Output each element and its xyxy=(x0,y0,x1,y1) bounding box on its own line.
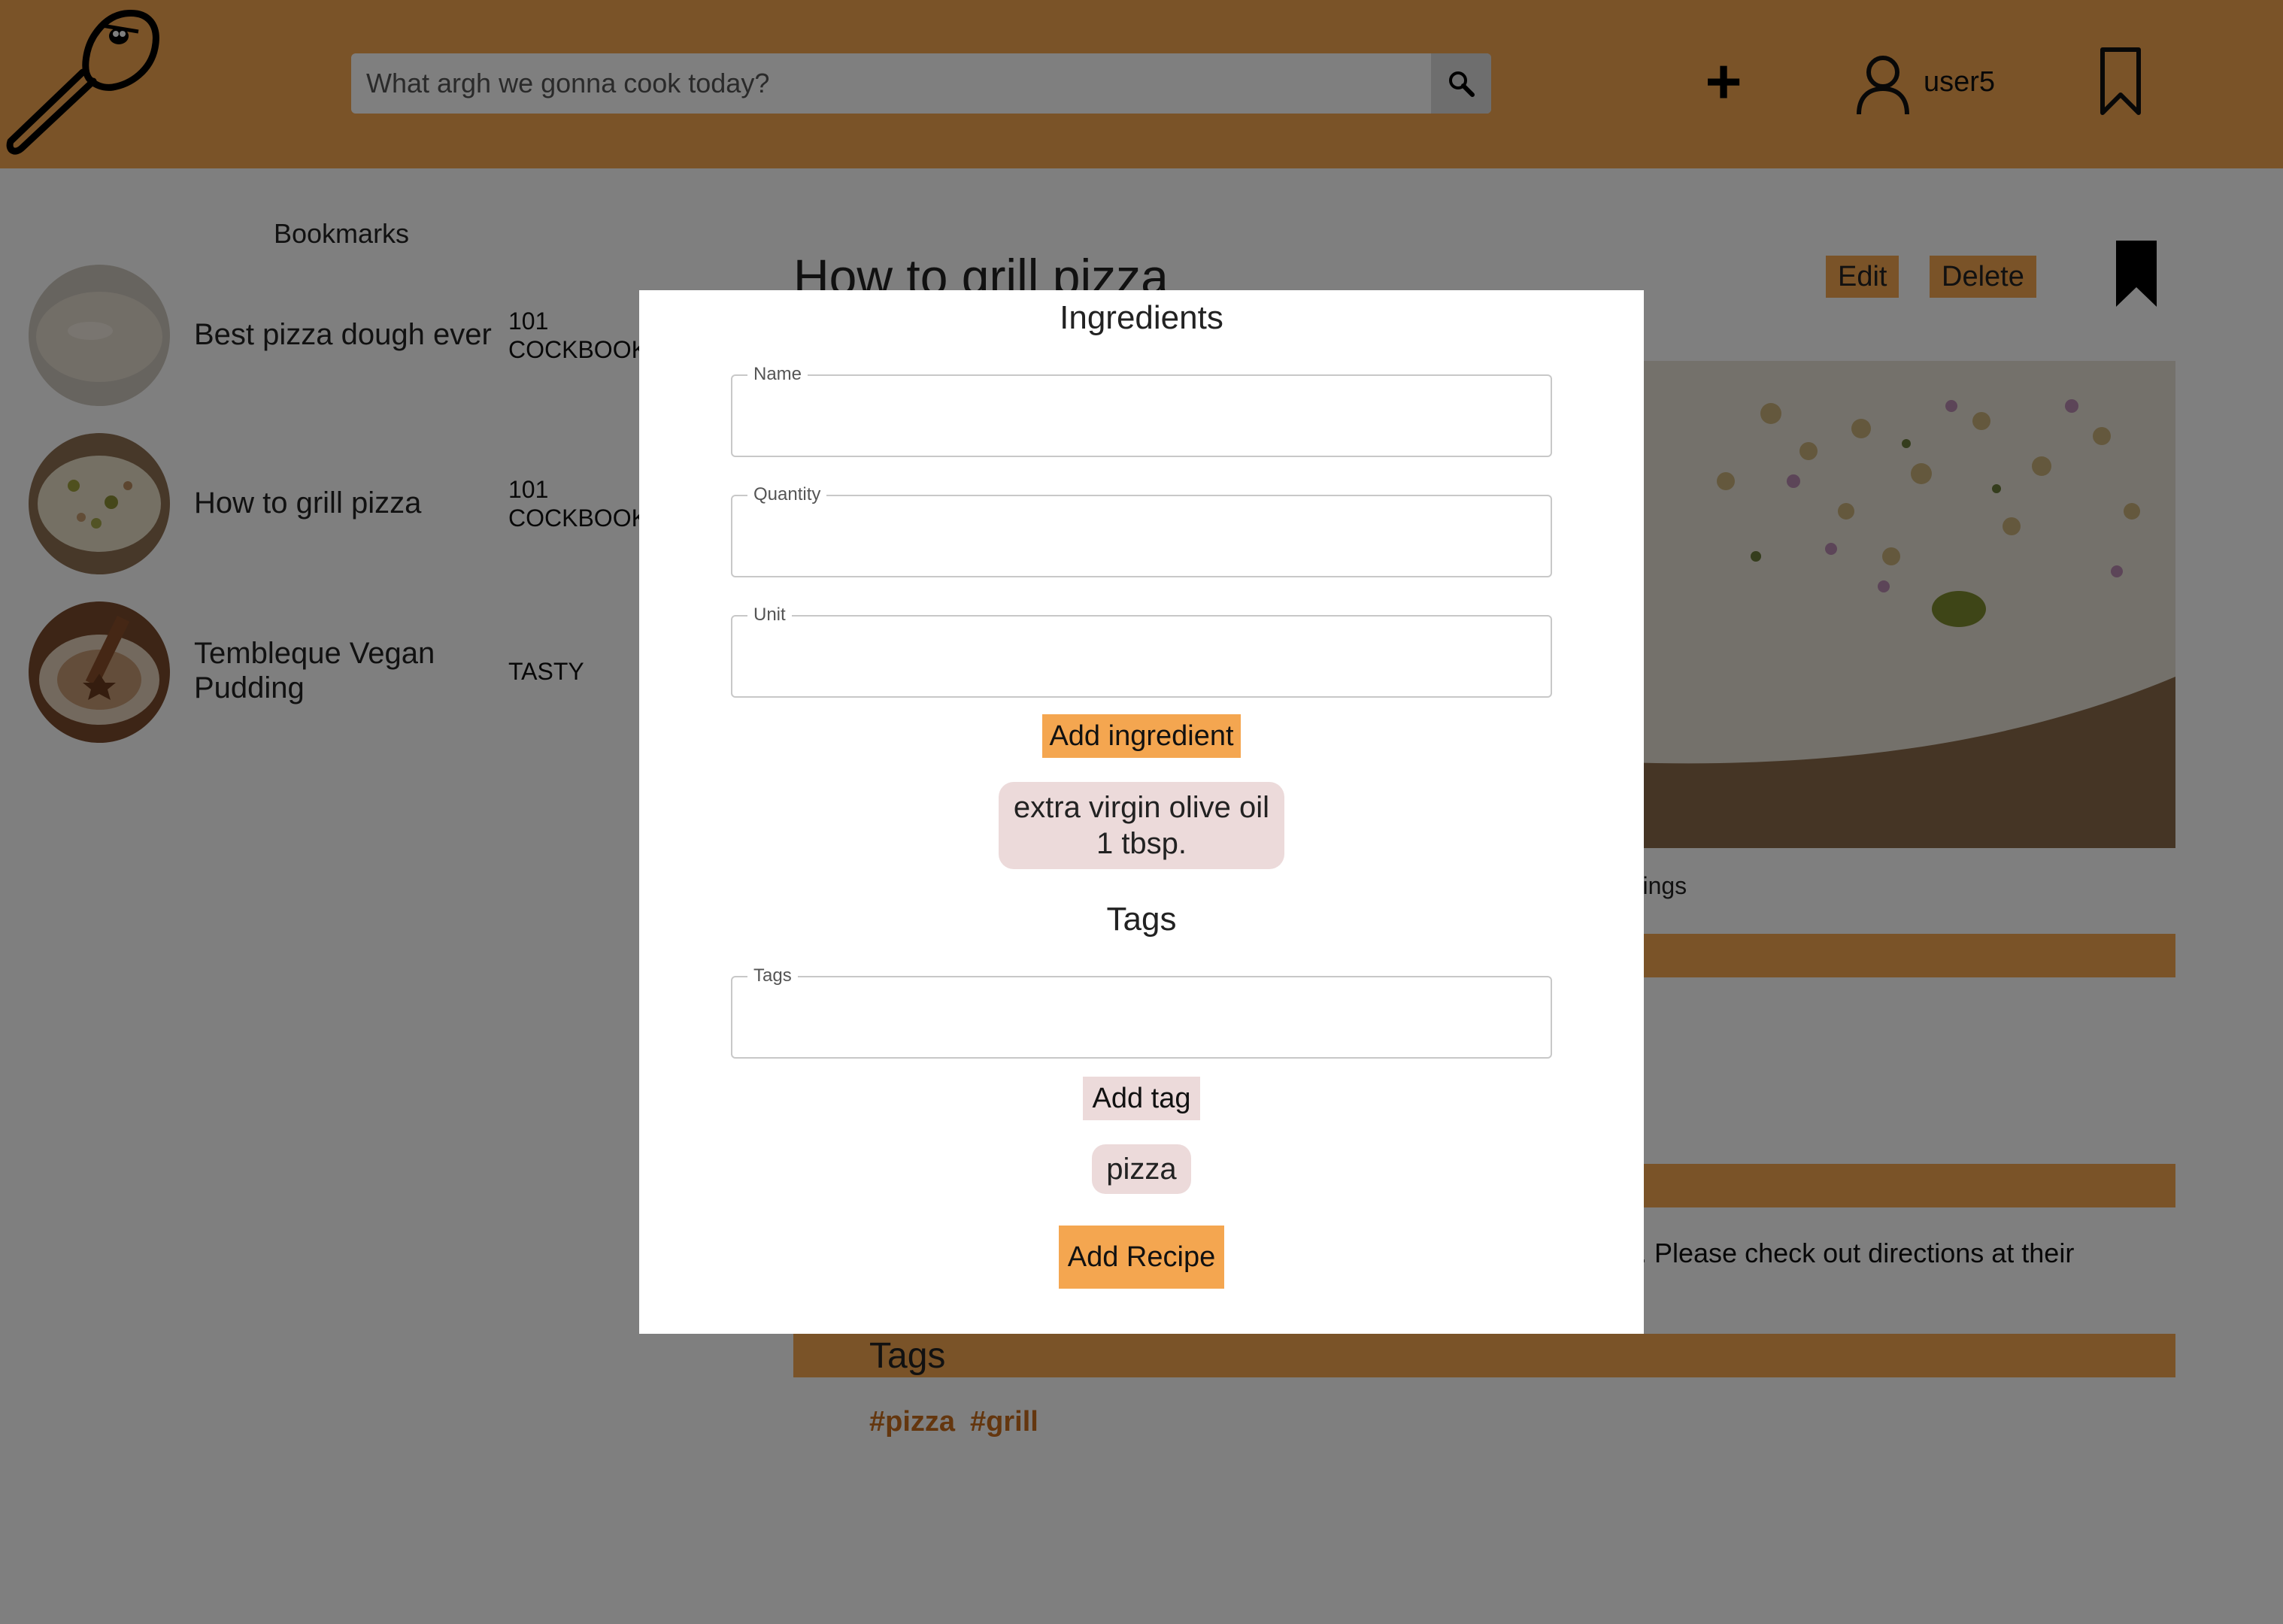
tags-input[interactable] xyxy=(732,977,1551,1057)
add-ingredient-button[interactable]: Add ingredient xyxy=(1042,714,1241,758)
ingredient-name-field: Name xyxy=(731,364,1552,457)
add-recipe-button[interactable]: Add Recipe xyxy=(1059,1226,1224,1289)
ingredient-chip-amount: 1 tbsp. xyxy=(1096,827,1187,860)
tag-chip[interactable]: pizza xyxy=(1092,1144,1191,1194)
tag-chip-label: pizza xyxy=(1106,1152,1177,1186)
ingredient-unit-input[interactable] xyxy=(732,617,1551,696)
ingredient-quantity-field: Quantity xyxy=(731,484,1552,577)
add-tag-button[interactable]: Add tag xyxy=(1083,1077,1200,1120)
ingredient-quantity-input[interactable] xyxy=(732,496,1551,576)
ingredient-chip-name: extra virgin olive oil xyxy=(1013,791,1270,824)
ingredient-name-input[interactable] xyxy=(732,376,1551,456)
ingredient-chip[interactable]: extra virgin olive oil 1 tbsp. xyxy=(999,782,1284,869)
ingredients-heading: Ingredients xyxy=(1060,299,1223,336)
add-recipe-modal: Ingredients Name Quantity Unit Add ingre… xyxy=(639,290,1644,1334)
tags-field: Tags xyxy=(731,965,1552,1059)
ingredient-unit-field: Unit xyxy=(731,604,1552,698)
tags-modal-heading: Tags xyxy=(1106,901,1177,938)
